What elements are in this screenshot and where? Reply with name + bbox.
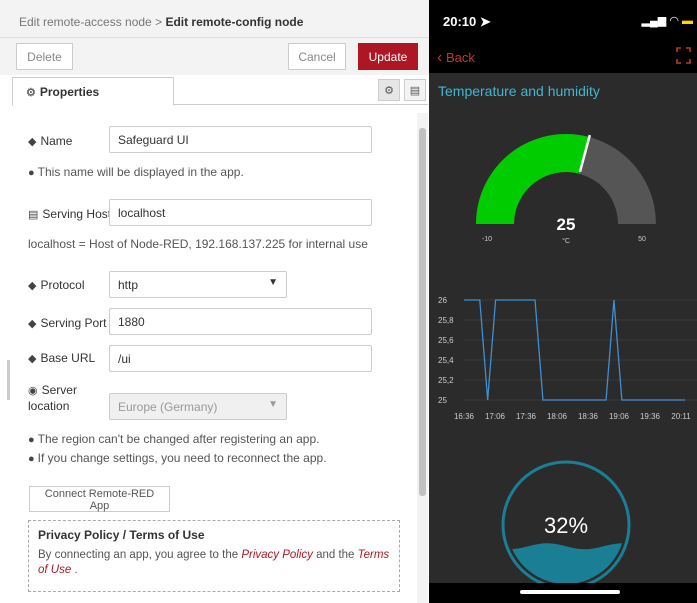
gauge-value: 25 bbox=[557, 215, 576, 234]
breadcrumb-separator: > bbox=[155, 15, 163, 29]
signal-icon: ▂▄▆ bbox=[641, 15, 667, 27]
chart-x-tick-label: 20:11 bbox=[671, 412, 691, 421]
privacy-policy-link[interactable]: Privacy Policy bbox=[241, 549, 313, 561]
humidity-level: 32% bbox=[501, 460, 631, 588]
tag-icon: ◆ bbox=[28, 318, 37, 330]
chart-y-tick-label: 25,8 bbox=[438, 316, 454, 325]
base-url-input[interactable]: /ui bbox=[109, 345, 372, 372]
serving-port-input[interactable]: 1880 bbox=[109, 308, 372, 335]
chart-y-tick-label: 26 bbox=[438, 296, 447, 305]
chart-x-tick-label: 18:06 bbox=[547, 412, 568, 421]
server-location-label: ◉ Server location bbox=[28, 383, 77, 413]
node-editor-panel: Edit remote-access node > Edit remote-co… bbox=[0, 0, 429, 603]
panel-resize-handle[interactable] bbox=[7, 360, 10, 400]
level-water bbox=[507, 543, 625, 584]
chart-x-tick-label: 17:06 bbox=[485, 412, 506, 421]
level-value: 32% bbox=[544, 513, 588, 538]
properties-form: ◆ Name Safeguard UI ● This name will be di… bbox=[12, 106, 417, 603]
home-bar bbox=[429, 583, 697, 603]
chart-x-tick-label: 18:36 bbox=[578, 412, 599, 421]
gear-icon: ⚙ bbox=[26, 87, 36, 99]
back-button[interactable]: ‹ Back bbox=[437, 49, 475, 67]
tag-icon: ◆ bbox=[28, 136, 37, 148]
host-label: ▤ Serving Host bbox=[28, 207, 112, 221]
info-icon: ● bbox=[28, 434, 35, 446]
tag-icon: ◆ bbox=[28, 280, 37, 292]
chart-y-tick-label: 25,6 bbox=[438, 336, 454, 345]
chart-series-line bbox=[464, 299, 685, 401]
chart-y-tick-label: 25,2 bbox=[438, 376, 454, 385]
file-icon: ▤ bbox=[409, 84, 421, 97]
tag-icon: ◆ bbox=[28, 353, 37, 365]
battery-icon: ▬ bbox=[682, 15, 693, 27]
chevron-left-icon: ‹ bbox=[437, 49, 443, 66]
chart-y-tick-label: 25 bbox=[438, 396, 447, 405]
globe-icon: ◉ bbox=[28, 385, 38, 397]
region-info: ● The region can't be changed after regis… bbox=[28, 432, 320, 446]
delete-button[interactable]: Delete bbox=[16, 43, 73, 70]
chart-x-tick-label: 19:06 bbox=[609, 412, 630, 421]
breadcrumb: Edit remote-access node > Edit remote-co… bbox=[0, 0, 429, 38]
form-scrollbar-thumb[interactable] bbox=[419, 128, 426, 496]
tab-properties[interactable]: ⚙ Properties bbox=[12, 77, 174, 106]
privacy-text: By connecting an app, you agree to the P… bbox=[38, 549, 390, 576]
wifi-icon: ◠ bbox=[669, 15, 679, 27]
description-tab-button[interactable]: ▤ bbox=[404, 79, 426, 101]
dashboard-title: Temperature and humidity bbox=[438, 83, 600, 99]
tray-toolbar: Delete Cancel Update bbox=[0, 38, 429, 75]
ios-status-bar: 20:10 ➤ ▂▄▆ ◠ ▬ bbox=[429, 0, 697, 44]
status-indicators: ▂▄▆ ◠ ▬ bbox=[642, 14, 693, 27]
tab-properties-label: Properties bbox=[39, 85, 100, 99]
temperature-gauge: 25 °C -10 50 bbox=[476, 133, 656, 245]
app-nav-bar: ‹ Back bbox=[429, 44, 697, 73]
status-time: 20:10 ➤ bbox=[443, 14, 491, 29]
chevron-down-icon: ▼ bbox=[268, 399, 278, 410]
tab-bar: ⚙ Properties ⚙ ▤ bbox=[12, 75, 428, 106]
protocol-select[interactable]: http ▼ bbox=[109, 271, 287, 298]
phone-preview: 20:10 ➤ ▂▄▆ ◠ ▬ ‹ Back Temperature and h… bbox=[429, 0, 697, 603]
server-location-value: Europe (Germany) bbox=[118, 400, 218, 414]
info-icon: ● bbox=[28, 167, 35, 179]
temperature-chart: 26 25,8 25,6 25,4 25,2 25 16:36 17:06 17:36 18:0… bbox=[438, 296, 697, 421]
cancel-button[interactable]: Cancel bbox=[288, 43, 346, 70]
dashboard: Temperature and humidity 25 °C -10 50 26… bbox=[429, 73, 697, 588]
name-input[interactable]: Safeguard UI bbox=[109, 126, 372, 153]
chart-x-ticks: 16:36 17:06 17:36 18:06 18:36 19:06 19:36 20:11 bbox=[454, 412, 691, 421]
server-location-select[interactable]: Europe (Germany) ▼ bbox=[109, 393, 287, 420]
home-indicator[interactable] bbox=[520, 590, 620, 594]
location-arrow-icon: ➤ bbox=[479, 14, 491, 29]
settings-info: ● If you change settings, you need to rec… bbox=[28, 451, 327, 465]
chart-x-tick-label: 16:36 bbox=[454, 412, 475, 421]
settings-tab-button[interactable]: ⚙ bbox=[378, 79, 400, 101]
update-button[interactable]: Update bbox=[358, 43, 418, 70]
name-info: ● This name will be displayed in the app. bbox=[28, 165, 244, 179]
name-label: ◆ Name bbox=[28, 134, 73, 148]
info-icon: ● bbox=[28, 453, 35, 465]
protocol-value: http bbox=[118, 278, 139, 292]
breadcrumb-parent[interactable]: Edit remote-access node bbox=[19, 15, 152, 29]
server-icon: ▤ bbox=[28, 209, 39, 221]
privacy-title: Privacy Policy / Terms of Use bbox=[38, 528, 205, 542]
base-url-label: ◆ Base URL bbox=[28, 351, 96, 365]
gauge-max: 50 bbox=[638, 236, 646, 243]
privacy-notice: Privacy Policy / Terms of Use By connect… bbox=[28, 520, 400, 592]
gear-icon: ⚙ bbox=[384, 84, 394, 97]
chart-x-tick-label: 19:36 bbox=[640, 412, 661, 421]
gauge-min: -10 bbox=[482, 236, 492, 243]
breadcrumb-current: Edit remote-config node bbox=[165, 15, 304, 29]
chart-y-tick-label: 25,4 bbox=[438, 356, 454, 365]
protocol-label: ◆ Protocol bbox=[28, 278, 85, 292]
chart-x-tick-label: 17:36 bbox=[516, 412, 537, 421]
chart-grid bbox=[464, 299, 697, 401]
connect-app-button[interactable]: Connect Remote-RED App bbox=[29, 486, 170, 512]
gauge-fill bbox=[476, 133, 590, 224]
host-info: localhost = Host of Node-RED, 192.168.13… bbox=[28, 237, 368, 251]
port-label: ◆ Serving Port bbox=[28, 316, 107, 330]
chart-y-ticks: 26 25,8 25,6 25,4 25,2 25 bbox=[438, 296, 454, 405]
gauge-unit: °C bbox=[562, 237, 570, 245]
fullscreen-icon[interactable] bbox=[676, 47, 691, 64]
chevron-down-icon: ▼ bbox=[268, 277, 278, 288]
serving-host-input[interactable]: localhost bbox=[109, 199, 372, 226]
